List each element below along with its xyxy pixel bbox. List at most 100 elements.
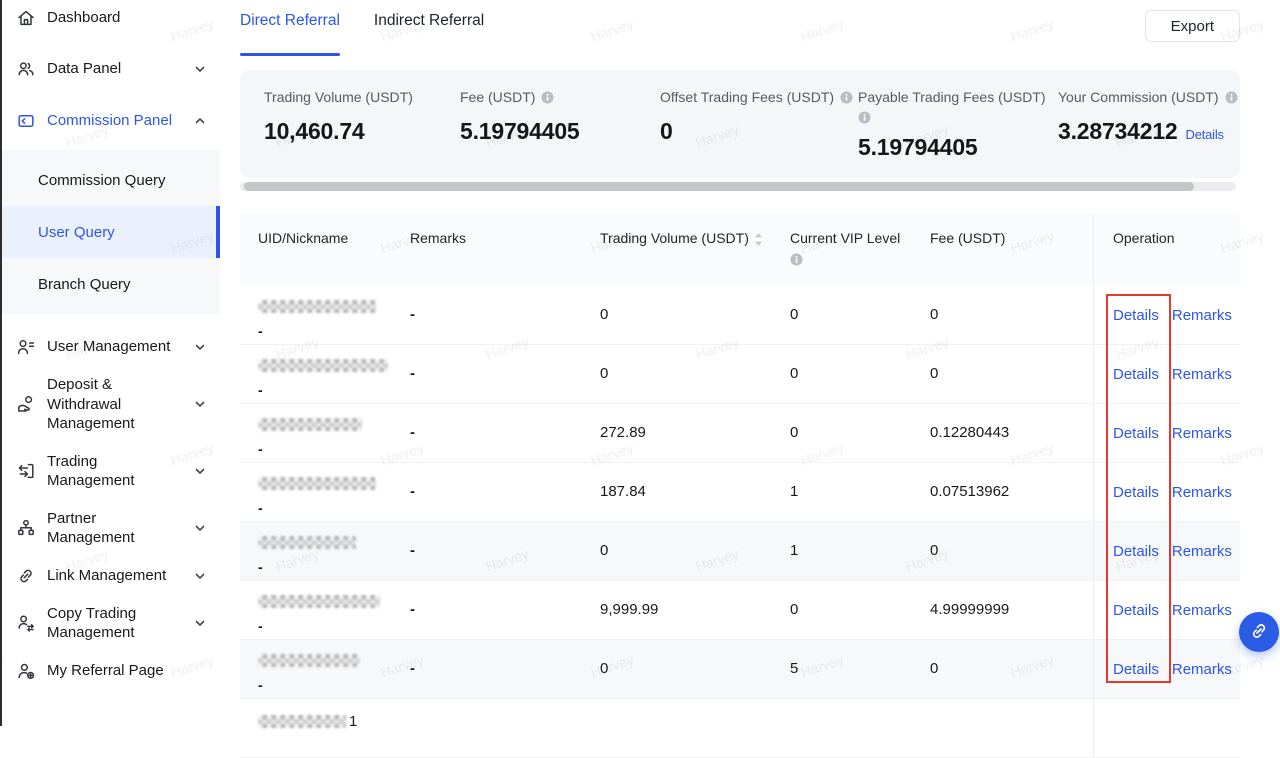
stat-fee: Fee (USDT) 5.19794405 — [460, 89, 660, 178]
sidebar-subitem-branch-query[interactable]: Branch Query — [2, 258, 220, 310]
stat-label: Offset Trading Fees (USDT) — [660, 89, 834, 105]
details-link[interactable]: Details — [1113, 366, 1159, 383]
details-link[interactable]: Details — [1113, 484, 1159, 501]
remarks-cell: - — [410, 404, 600, 462]
horizontal-scrollbar[interactable] — [240, 182, 1236, 191]
stat-your-commission: Your Commission (USDT) 3.28734212 Detail… — [1058, 89, 1238, 178]
sidebar-item-my-referral-page[interactable]: My Referral Page — [2, 652, 220, 690]
remarks-link[interactable]: Remarks — [1172, 661, 1232, 678]
vip-level-cell: 0 — [790, 345, 930, 403]
remarks-cell: - — [410, 522, 600, 580]
trading-volume-cell: 0 — [600, 345, 790, 403]
stat-trading-volume: Trading Volume (USDT) 10,460.74 — [264, 89, 460, 178]
remarks-link[interactable]: Remarks — [1172, 425, 1232, 442]
sidebar-item-user-management[interactable]: User Management — [2, 328, 220, 366]
chevron-down-icon — [194, 341, 206, 353]
operation-cell: Details Remarks — [1093, 345, 1240, 403]
operation-cell: Details Remarks — [1093, 286, 1240, 344]
remarks-cell: - — [410, 463, 600, 521]
link-icon — [1249, 621, 1269, 644]
fee-cell: 0 — [930, 286, 1093, 344]
sidebar-item-label: Trading Management — [47, 452, 177, 491]
details-link[interactable]: Details — [1113, 661, 1159, 678]
sidebar-item-link-management[interactable]: Link Management — [2, 557, 220, 595]
sidebar-item-trading-management[interactable]: Trading Management — [2, 443, 220, 500]
stat-value: 0 — [660, 118, 858, 145]
tab-indirect-referral[interactable]: Indirect Referral — [374, 12, 484, 56]
remarks-link[interactable]: Remarks — [1172, 602, 1232, 619]
info-icon[interactable] — [858, 111, 871, 124]
tab-bar: Direct Referral Indirect Referral Export — [220, 0, 1280, 56]
vip-level-cell: 0 — [790, 404, 930, 462]
details-link[interactable]: Details — [1113, 543, 1159, 560]
remarks-cell: - — [410, 286, 600, 344]
uid-cell: - — [240, 286, 410, 344]
transfer-icon — [16, 461, 36, 481]
floating-link-button[interactable] — [1239, 612, 1279, 652]
chevron-down-icon — [194, 570, 206, 582]
details-link[interactable]: Details — [1113, 602, 1159, 619]
masked-uid — [258, 477, 376, 490]
stat-label: Trading Volume (USDT) — [264, 89, 413, 105]
info-icon[interactable] — [1225, 91, 1238, 104]
home-icon — [16, 8, 36, 28]
uid-cell: - — [240, 463, 410, 521]
trading-volume-cell: 0 — [600, 522, 790, 580]
hand-coin-icon — [16, 394, 36, 414]
table-row: --050DetailsRemarks — [240, 640, 1240, 699]
fee-cell: 0 — [930, 345, 1093, 403]
sidebar-subitem-label: Commission Query — [38, 172, 166, 189]
window-left-edge — [0, 0, 2, 726]
tab-direct-referral[interactable]: Direct Referral — [240, 12, 340, 56]
scrollbar-thumb[interactable] — [244, 182, 1194, 191]
sidebar-item-copy-trading-management[interactable]: Copy Trading Management — [2, 595, 220, 652]
operation-cell — [1093, 699, 1240, 757]
col-current-vip-level: Current VIP Level — [790, 213, 930, 286]
sidebar-submenu: Commission Query User QueryBranch Query — [2, 150, 220, 314]
remarks-link[interactable]: Remarks — [1172, 484, 1232, 501]
sidebar-item-partner-management[interactable]: Partner Management — [2, 500, 220, 557]
sidebar-item-commission-panel[interactable]: Commission Panel — [2, 105, 220, 137]
stat-value: 5.19794405 — [460, 118, 660, 145]
sidebar-item-label: Copy Trading Management — [47, 604, 177, 643]
trading-volume-cell — [600, 699, 790, 757]
remarks-cell: - — [410, 345, 600, 403]
remarks-link[interactable]: Remarks — [1172, 366, 1232, 383]
operation-cell: Details Remarks — [1093, 522, 1240, 580]
chevron-down-icon — [194, 63, 206, 75]
remarks-cell — [410, 699, 600, 757]
export-button[interactable]: Export — [1145, 10, 1240, 42]
tab-label: Indirect Referral — [374, 12, 484, 29]
uid-subtext: - — [258, 677, 410, 693]
sidebar-item-data-panel[interactable]: Data Panel — [2, 53, 220, 85]
col-trading-volume[interactable]: Trading Volume (USDT) — [600, 213, 790, 286]
details-link[interactable]: Details — [1113, 425, 1159, 442]
trading-volume-cell: 272.89 — [600, 404, 790, 462]
remarks-link[interactable]: Remarks — [1172, 307, 1232, 324]
sidebar-subitem-commission-query[interactable]: Commission Query — [2, 154, 220, 206]
table-row: --000DetailsRemarks — [240, 286, 1240, 345]
sidebar-item-deposit-withdrawal-management[interactable]: Deposit & Withdrawal Management — [2, 366, 220, 443]
stat-value: 10,460.74 — [264, 118, 460, 145]
table-row: --9,999.9904.99999999DetailsRemarks — [240, 581, 1240, 640]
sidebar-subitem-user-query[interactable]: User Query — [2, 206, 220, 258]
info-icon[interactable] — [541, 91, 554, 104]
sidebar-item-label: My Referral Page — [47, 661, 164, 681]
details-link[interactable]: Details — [1113, 307, 1159, 324]
vip-level-cell: 0 — [790, 581, 930, 639]
sidebar-item-dashboard[interactable]: Dashboard — [2, 2, 220, 34]
col-uid-nickname: UID/Nickname — [240, 213, 410, 286]
table-body: --000DetailsRemarks--000DetailsRemarks--… — [240, 286, 1240, 758]
info-icon[interactable] — [790, 253, 803, 266]
uid-subtext: - — [258, 323, 410, 339]
remarks-link[interactable]: Remarks — [1172, 543, 1232, 560]
fee-cell — [930, 699, 1093, 757]
vip-level-cell: 0 — [790, 286, 930, 344]
vip-level-cell: 5 — [790, 640, 930, 698]
commission-details-link[interactable]: Details — [1186, 127, 1224, 142]
uid-subtext: - — [258, 618, 410, 634]
uid-cell: 1 — [240, 699, 410, 757]
sort-icon[interactable] — [754, 232, 763, 250]
info-icon[interactable] — [840, 91, 853, 104]
vip-level-cell: 1 — [790, 522, 930, 580]
